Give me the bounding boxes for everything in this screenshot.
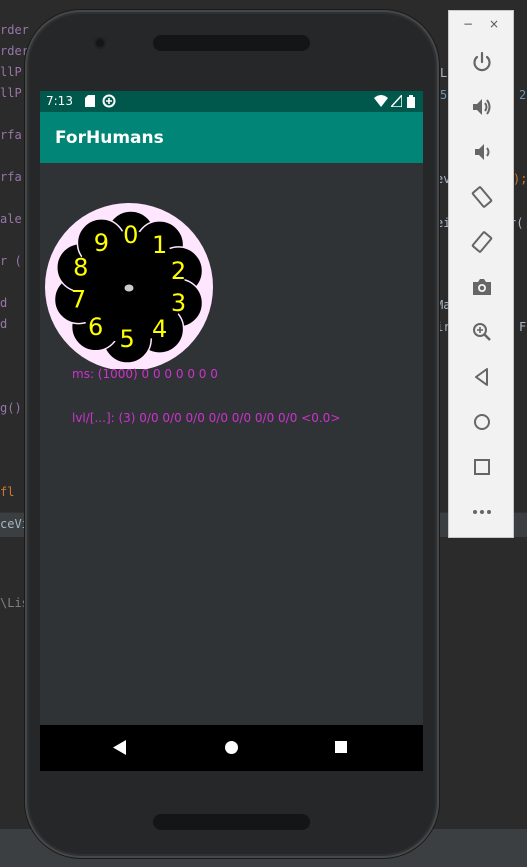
zoom-button[interactable] — [469, 319, 495, 345]
rotary-dial[interactable]: 0 12 34567 89 — [43, 203, 213, 369]
level-readout: lvl/[...]: (3) 0/0 0/0 0/0 0/0 0/0 0/0 0… — [72, 411, 341, 425]
power-button[interactable] — [469, 49, 495, 75]
android-nav-bar — [40, 725, 423, 771]
dial-number: 4 — [152, 315, 167, 343]
power-icon — [473, 51, 491, 72]
overview-button[interactable] — [469, 454, 495, 480]
dial-hub — [124, 284, 134, 292]
wifi-icon — [374, 95, 388, 107]
rotate-right-button[interactable] — [469, 229, 495, 255]
rotate-left-icon — [471, 186, 493, 208]
back-button[interactable] — [469, 364, 495, 390]
overview-icon — [474, 459, 490, 475]
nav-home-button[interactable] — [225, 741, 238, 754]
status-time: 7:13 — [46, 94, 73, 108]
dial-number: 5 — [120, 325, 135, 353]
signal-icon — [391, 95, 402, 107]
nav-back-button[interactable] — [113, 740, 126, 755]
rotate-right-icon — [471, 231, 493, 253]
top-speaker — [153, 35, 310, 51]
zoom-icon — [473, 323, 491, 341]
more-button[interactable] — [469, 499, 495, 525]
nav-overview-button[interactable] — [335, 741, 347, 753]
dial-number: 2 — [171, 257, 186, 285]
volume-up-button[interactable] — [469, 94, 495, 120]
front-camera — [94, 37, 106, 49]
ms-readout: ms: (1000) 0 0 0 0 0 0 0 — [72, 367, 218, 381]
dial-number: 7 — [71, 286, 86, 314]
battery-icon — [407, 95, 415, 108]
rotate-left-button[interactable] — [469, 184, 495, 210]
emulator-toolbar: − × — [448, 10, 514, 538]
app-bar: ForHumans — [40, 112, 423, 163]
volume-down-button[interactable] — [469, 139, 495, 165]
dial-number: 9 — [94, 229, 109, 257]
dial-number: 8 — [73, 254, 88, 282]
phone-screen: 7:13 ForHumans 012 34567 89 ms: (1000) 0 0… — [40, 91, 423, 771]
app-title: ForHumans — [55, 128, 164, 148]
screenshot-button[interactable] — [469, 274, 495, 300]
back-icon — [475, 368, 488, 386]
volume-down-icon — [475, 144, 490, 160]
data-saver-icon — [102, 94, 116, 108]
camera-icon — [473, 279, 491, 295]
bottom-speaker — [153, 814, 310, 830]
dial-number: 6 — [88, 313, 103, 341]
android-status-bar: 7:13 — [40, 91, 423, 112]
dial-number: 0 — [123, 221, 138, 249]
minimize-button[interactable]: − — [463, 17, 473, 31]
dial-number: 1 — [152, 231, 167, 259]
sd-card-icon — [85, 95, 95, 107]
close-button[interactable]: × — [489, 17, 499, 31]
more-icon — [473, 510, 491, 514]
dial-number: 3 — [171, 289, 186, 317]
home-button[interactable] — [469, 409, 495, 435]
home-icon — [474, 414, 490, 430]
volume-up-icon — [473, 99, 491, 115]
